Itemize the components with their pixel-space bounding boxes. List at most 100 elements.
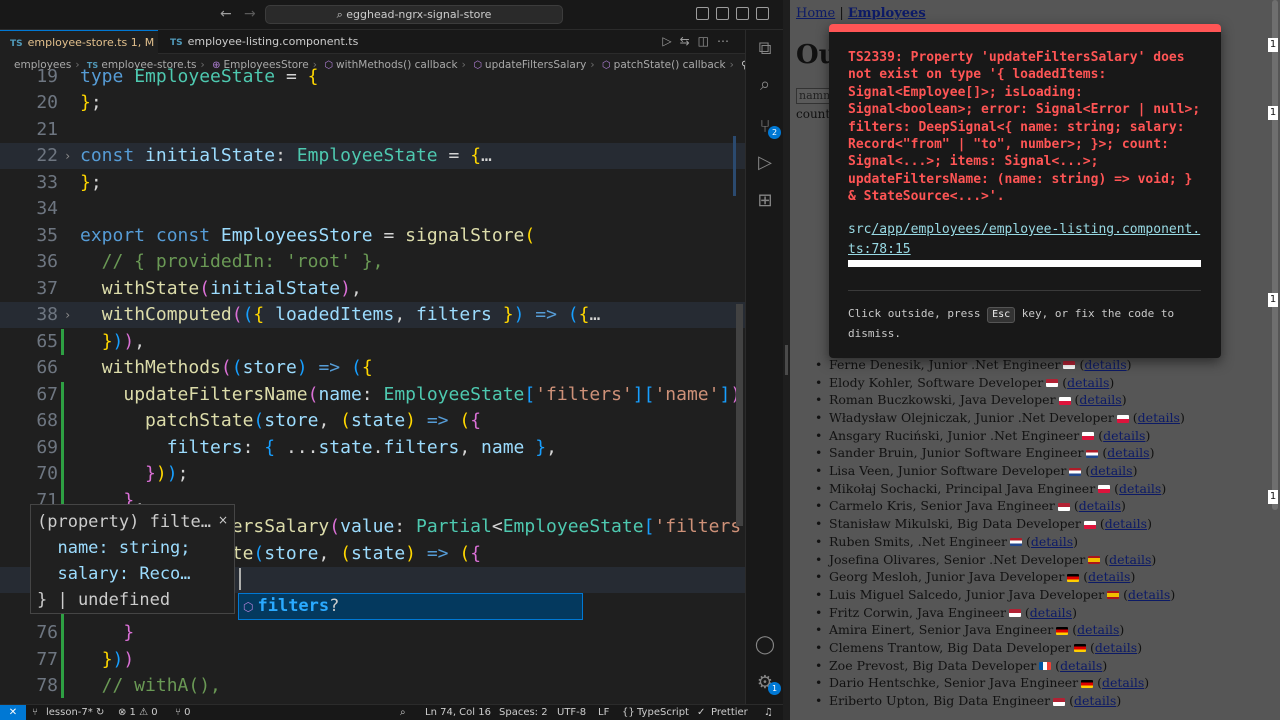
- flag-de-icon: [1067, 573, 1080, 582]
- error-overlay[interactable]: TS2339: Property 'updateFiltersSalary' d…: [829, 24, 1221, 358]
- cursor-position[interactable]: Ln 74, Col 16: [425, 705, 491, 720]
- employee-item: Dario Hentschke, Senior Java Engineer (d…: [810, 674, 1280, 692]
- ports-status[interactable]: ⑂ 0: [175, 705, 191, 720]
- sync-icon[interactable]: ↻: [96, 705, 104, 720]
- toggle-panel-icon[interactable]: [716, 7, 729, 20]
- customize-layout-icon[interactable]: [756, 7, 769, 20]
- tab-employee-listing[interactable]: TSemployee-listing.component.ts M: [160, 30, 360, 73]
- employee-item: Eriberto Upton, Big Data Engineer (detai…: [810, 692, 1280, 710]
- flag-fr-icon: [1039, 662, 1052, 671]
- more-actions-icon[interactable]: ⋯: [717, 34, 737, 48]
- run-debug-icon[interactable]: ▷: [754, 152, 776, 174]
- activity-bar: ⧉ ⌕ ⑂ 2 ▷ ⊞ ◯ ⚙ 1: [745, 30, 783, 704]
- command-center-search[interactable]: ⌕ egghead-ngrx-signal-store: [265, 5, 563, 24]
- zoom-icon[interactable]: ⌕: [400, 705, 406, 720]
- employee-name: Mikołaj Sochacki, Principal Java Enginee…: [829, 480, 1096, 496]
- suggestion-item-filters[interactable]: ⬡ filters?: [238, 593, 583, 620]
- tab-employee-store[interactable]: TS employee-store.ts 1, M: [0, 30, 158, 72]
- toggle-sidebar-icon[interactable]: [696, 7, 709, 20]
- code-line: 21: [36, 119, 58, 140]
- details-link[interactable]: details: [1031, 534, 1073, 549]
- error-message: TS2339: Property 'updateFiltersSalary' d…: [848, 50, 1209, 205]
- details-link[interactable]: details: [1105, 516, 1147, 531]
- eol-status[interactable]: LF: [598, 705, 609, 720]
- fold-chevron-icon[interactable]: ›: [64, 302, 71, 328]
- toggle-secondary-sidebar-icon[interactable]: [736, 7, 749, 20]
- details-link[interactable]: details: [1095, 640, 1137, 655]
- close-icon[interactable]: ×: [218, 507, 228, 533]
- employee-name: Ruben Smits, .Net Engineer: [829, 533, 1007, 549]
- nav-link-employees[interactable]: Employees: [848, 6, 926, 21]
- details-link[interactable]: details: [1084, 357, 1126, 372]
- code-line: 20};: [36, 92, 102, 113]
- details-link[interactable]: details: [1060, 658, 1102, 673]
- run-icon[interactable]: ▷: [662, 34, 679, 48]
- editor-scrollbar[interactable]: [736, 304, 743, 526]
- branch-icon: ⑂: [32, 707, 38, 718]
- flag-pl-icon: [1083, 520, 1096, 529]
- flag-de-icon: [1056, 626, 1069, 635]
- formatter-status[interactable]: Prettier: [711, 705, 748, 720]
- employee-name: Eriberto Upton, Big Data Engineer: [829, 693, 1051, 708]
- resize-handle[interactable]: [785, 345, 788, 375]
- remote-icon[interactable]: ✕: [0, 705, 26, 720]
- problems-status[interactable]: ⊗ 1 ⚠ 0: [118, 705, 158, 720]
- employee-item: Fritz Corwin, Java Engineer (details): [810, 604, 1280, 622]
- employee-name: Ferne Denesik, Junior .Net Engineer: [829, 356, 1061, 372]
- browser-scrollbar[interactable]: [1272, 0, 1278, 510]
- bell-icon[interactable]: ♫: [764, 705, 773, 720]
- vscode-window: ← → ⌕ egghead-ngrx-signal-store TS employ…: [0, 0, 783, 720]
- details-link[interactable]: details: [1079, 498, 1121, 513]
- side-badge: 1: [1268, 293, 1278, 307]
- details-link[interactable]: details: [1119, 481, 1161, 496]
- employee-item: Elody Kohler, Software Developer (detail…: [810, 374, 1280, 392]
- account-icon[interactable]: ◯: [754, 634, 776, 656]
- details-link[interactable]: details: [1090, 463, 1132, 478]
- details-link[interactable]: details: [1088, 569, 1130, 584]
- hover-line: (property) filte…: [37, 512, 211, 532]
- code-line: 38 › withComputed(({ loadedItems, filters…: [0, 302, 745, 328]
- employee-item: Luis Miguel Salcedo, Junior Java Develop…: [810, 586, 1280, 604]
- search-icon[interactable]: ⌕: [754, 74, 776, 96]
- forward-arrow-icon[interactable]: →: [244, 6, 256, 22]
- details-link[interactable]: details: [1138, 410, 1180, 425]
- fold-chevron-icon[interactable]: ›: [64, 143, 71, 169]
- branch-status[interactable]: lesson-7*: [46, 705, 93, 720]
- language-status[interactable]: TypeScript: [637, 705, 689, 720]
- details-link[interactable]: details: [1030, 605, 1072, 620]
- details-link[interactable]: details: [1077, 622, 1119, 637]
- details-link[interactable]: details: [1079, 392, 1121, 407]
- code-line: 35 export const EmployeesStore = signalSt…: [36, 225, 536, 246]
- employee-name: Luis Miguel Salcedo, Junior Java Develop…: [829, 586, 1105, 602]
- hover-line: name: string;: [37, 538, 191, 558]
- split-editor-icon[interactable]: ◫: [698, 34, 717, 48]
- code-line: 33};: [36, 172, 102, 193]
- nav-link-home[interactable]: Home: [796, 6, 835, 21]
- hover-tooltip: × (property) filte… name: string; salary:…: [30, 504, 235, 614]
- code-line: 37 withState(initialState),: [36, 278, 362, 299]
- code-line: 67 updateFiltersName(name: EmployeeState…: [36, 384, 741, 405]
- details-link[interactable]: details: [1067, 375, 1109, 390]
- details-link[interactable]: details: [1107, 445, 1149, 460]
- encoding-status[interactable]: UTF-8: [557, 705, 586, 720]
- typescript-file-icon: TS: [10, 39, 23, 49]
- details-link[interactable]: details: [1102, 675, 1144, 690]
- overview-ruler: [733, 136, 736, 196]
- indentation-status[interactable]: Spaces: 2: [499, 705, 548, 720]
- flag-nl-icon: [1069, 467, 1082, 476]
- error-file-prefix: src: [848, 222, 872, 237]
- side-badge: 1: [1268, 106, 1278, 120]
- code-line: 70 }));: [36, 463, 189, 484]
- employee-item: Georg Mesloh, Junior Java Developer (det…: [810, 568, 1280, 586]
- explorer-icon[interactable]: ⧉: [754, 38, 776, 60]
- back-arrow-icon[interactable]: ←: [220, 6, 232, 22]
- details-link[interactable]: details: [1103, 428, 1145, 443]
- compare-icon[interactable]: ⇆: [680, 34, 698, 48]
- details-link[interactable]: details: [1074, 693, 1116, 708]
- error-file-link[interactable]: /app/employees/employee-listing.componen…: [848, 222, 1200, 257]
- typescript-file-icon: TS: [170, 38, 183, 48]
- details-link[interactable]: details: [1128, 587, 1170, 602]
- details-link[interactable]: details: [1109, 552, 1151, 567]
- status-bar: ✕ ⑂ lesson-7* ↻ ⊗ 1 ⚠ 0 ⑂ 0 ⌕ Ln 74, Col…: [0, 704, 783, 720]
- extensions-icon[interactable]: ⊞: [754, 190, 776, 212]
